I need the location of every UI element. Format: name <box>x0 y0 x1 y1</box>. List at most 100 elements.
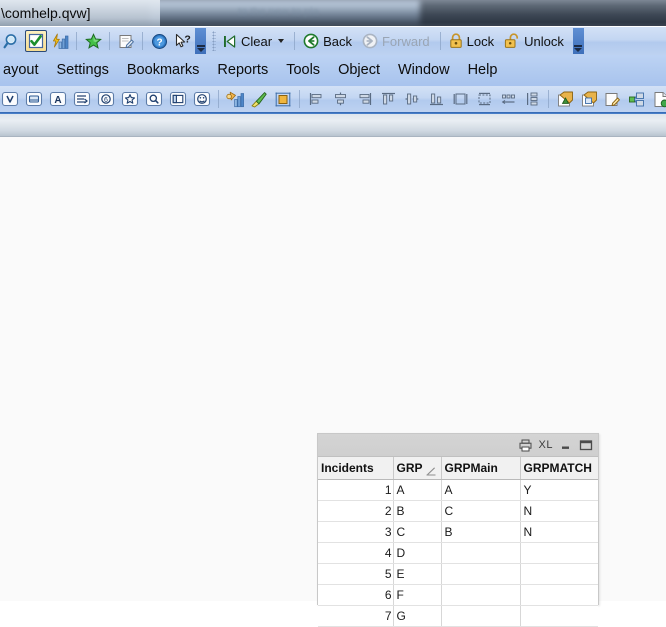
cell-grpmatch[interactable] <box>520 605 598 627</box>
align-right-icon[interactable] <box>353 88 375 110</box>
paint-brush-icon[interactable] <box>248 88 270 110</box>
cell-grpmatch[interactable] <box>520 584 598 606</box>
menu-window[interactable]: Window <box>389 55 459 86</box>
cell-grpmain[interactable] <box>441 605 521 627</box>
clear-button[interactable]: Clear <box>218 29 290 53</box>
container-object-icon[interactable] <box>167 88 189 110</box>
toolbar-overflow-button-2[interactable] <box>572 28 584 54</box>
promote-sheet-icon[interactable] <box>554 88 576 110</box>
menu-help[interactable]: Help <box>459 55 507 86</box>
cell-grpmatch[interactable]: N <box>520 500 598 522</box>
space-vertically-icon[interactable] <box>521 88 543 110</box>
help-icon[interactable]: ? <box>148 30 170 52</box>
print-icon[interactable] <box>519 439 532 452</box>
minimize-icon[interactable] <box>560 439 572 451</box>
menu-object[interactable]: Object <box>329 55 389 86</box>
window-titlebar: to the new to pla <box>0 0 666 26</box>
button-object-icon[interactable] <box>191 88 213 110</box>
menu-tools[interactable]: Tools <box>277 55 329 86</box>
table-row[interactable]: 5 E <box>318 563 598 585</box>
table-box-icon[interactable]: 6 <box>95 88 117 110</box>
toolbar-overflow-button[interactable] <box>195 28 206 54</box>
chart-lightning-icon[interactable] <box>49 30 71 52</box>
menu-bookmarks[interactable]: Bookmarks <box>118 55 209 86</box>
lock-button[interactable]: Lock <box>445 29 500 53</box>
table-row[interactable]: 7 G <box>318 605 598 627</box>
clear-dropdown-caret[interactable] <box>278 39 285 43</box>
unlock-button[interactable]: Unlock <box>500 29 570 53</box>
space-horizontally-icon[interactable] <box>497 88 519 110</box>
menu-reports[interactable]: Reports <box>208 55 277 86</box>
toolbar-drag-grip[interactable] <box>212 31 216 51</box>
table-row[interactable]: 4 D <box>318 542 598 564</box>
edit-script-icon[interactable] <box>115 30 137 52</box>
table-row[interactable]: 1 A A Y <box>318 479 598 501</box>
forward-button[interactable]: Forward <box>358 29 436 53</box>
cell-grp[interactable]: C <box>393 521 442 543</box>
align-left-icon[interactable] <box>305 88 327 110</box>
cell-incidents[interactable]: 1 <box>318 479 394 501</box>
cell-grpmain[interactable]: C <box>441 500 521 522</box>
cell-grpmain[interactable] <box>441 563 521 585</box>
cell-grp[interactable]: E <box>393 563 442 585</box>
align-top-icon[interactable] <box>377 88 399 110</box>
menu-layout[interactable]: ayout <box>0 55 47 86</box>
data-table[interactable]: Incidents GRP GRPMain GRPMATCH 1 A A Y 2… <box>318 457 598 627</box>
cell-grp[interactable]: G <box>393 605 442 627</box>
table-row[interactable]: 2 B C N <box>318 500 598 522</box>
statistics-box-icon[interactable] <box>23 88 45 110</box>
cell-grpmain[interactable]: B <box>441 521 521 543</box>
table-caption-bar[interactable]: XL <box>318 434 598 457</box>
search-object-icon[interactable] <box>143 88 165 110</box>
cell-grp[interactable]: A <box>393 479 442 501</box>
multi-box-icon[interactable] <box>71 88 93 110</box>
list-box-icon[interactable] <box>0 88 21 110</box>
same-height-icon[interactable] <box>449 88 471 110</box>
text-object-icon[interactable]: A <box>47 88 69 110</box>
table-row[interactable]: 6 F <box>318 584 598 606</box>
col-header-grpmatch[interactable]: GRPMATCH <box>520 457 598 480</box>
table-object[interactable]: XL Incidents GRP GRPMain GRPMATCH 1 A A … <box>317 433 599 627</box>
cell-grpmatch[interactable]: Y <box>520 479 598 501</box>
cell-grpmain[interactable] <box>441 584 521 606</box>
back-button[interactable]: Back <box>299 29 358 53</box>
table-row[interactable]: 3 C B N <box>318 521 598 543</box>
new-sheet-icon[interactable] <box>650 88 666 110</box>
align-middle-icon[interactable] <box>401 88 423 110</box>
align-center-horizontal-icon[interactable] <box>329 88 351 110</box>
edit-sheet-icon[interactable] <box>602 88 624 110</box>
cell-grpmatch[interactable]: N <box>520 521 598 543</box>
back-icon <box>303 33 319 49</box>
col-header-grpmain[interactable]: GRPMain <box>441 457 521 480</box>
cell-grpmain[interactable] <box>441 542 521 564</box>
cell-incidents[interactable]: 6 <box>318 584 394 606</box>
col-header-incidents[interactable]: Incidents <box>318 457 394 480</box>
cell-grpmatch[interactable] <box>520 563 598 585</box>
cell-incidents[interactable]: 7 <box>318 605 394 627</box>
cell-grp[interactable]: B <box>393 500 442 522</box>
chart-wizard-icon[interactable] <box>224 88 246 110</box>
cell-incidents[interactable]: 2 <box>318 500 394 522</box>
current-selections-icon[interactable] <box>25 30 47 52</box>
titlebar-background-ghost-text: to the new to pla <box>238 6 319 18</box>
cell-grp[interactable]: F <box>393 584 442 606</box>
whats-this-icon[interactable]: ? <box>172 30 194 52</box>
grid-snap-icon[interactable] <box>272 88 294 110</box>
bookmark-object-icon[interactable] <box>119 88 141 110</box>
same-width-icon[interactable] <box>473 88 495 110</box>
cell-grp[interactable]: D <box>393 542 442 564</box>
cell-incidents[interactable]: 5 <box>318 563 394 585</box>
maximize-icon[interactable] <box>579 439 593 452</box>
export-to-excel-button[interactable]: XL <box>539 439 553 451</box>
cell-grpmain[interactable]: A <box>441 479 521 501</box>
cell-incidents[interactable]: 3 <box>318 521 394 543</box>
cell-grpmatch[interactable] <box>520 542 598 564</box>
align-bottom-icon[interactable] <box>425 88 447 110</box>
star-icon[interactable] <box>82 30 104 52</box>
demote-sheet-icon[interactable] <box>578 88 600 110</box>
cell-incidents[interactable]: 4 <box>318 542 394 564</box>
sheet-properties-icon[interactable] <box>626 88 648 110</box>
menu-settings[interactable]: Settings <box>47 55 117 86</box>
search-icon[interactable] <box>1 30 23 52</box>
col-header-grp[interactable]: GRP <box>393 457 442 480</box>
